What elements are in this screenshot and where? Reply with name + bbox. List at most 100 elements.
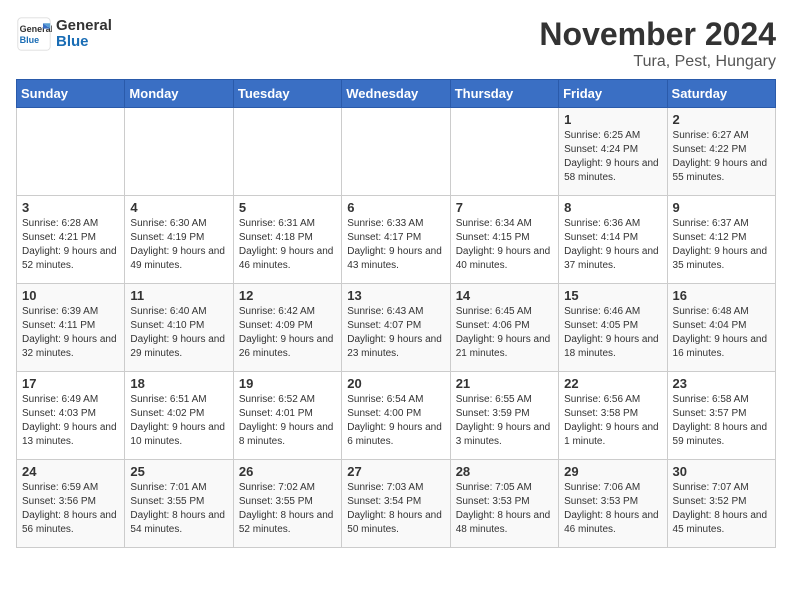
calendar-cell: 20 Sunrise: 6:54 AM Sunset: 4:00 PM Dayli…: [342, 372, 450, 460]
day-header-tuesday: Tuesday: [233, 80, 341, 108]
week-row-2: 3Sunrise: 6:28 AM Sunset: 4:21 PM Daylig…: [17, 196, 776, 284]
day-number: 25: [130, 464, 227, 479]
day-header-wednesday: Wednesday: [342, 80, 450, 108]
day-number: 6: [347, 200, 444, 215]
day-number: 28: [456, 464, 553, 479]
calendar-cell: [450, 108, 558, 196]
day-info: Sunrise: 6:27 AM Sunset: 4:22 PM Dayligh…: [673, 129, 770, 185]
day-number: 2: [673, 112, 770, 127]
calendar-cell: 21 Sunrise: 6:55 AM Sunset: 3:59 PM Dayli…: [450, 372, 558, 460]
day-number: 10: [22, 288, 119, 303]
day-number: 1: [564, 112, 661, 127]
day-number: 9: [673, 200, 770, 215]
day-number: 19: [239, 376, 336, 391]
day-info: Sunrise: 6:55 AM Sunset: 3:59 PM Dayligh…: [456, 393, 553, 449]
day-info: Sunrise: 6:42 AM Sunset: 4:09 PM Dayligh…: [239, 305, 336, 361]
calendar-cell: 24 Sunrise: 6:59 AM Sunset: 3:56 PM Dayli…: [17, 460, 125, 548]
day-number: 29: [564, 464, 661, 479]
calendar-cell: 22 Sunrise: 6:56 AM Sunset: 3:58 PM Dayli…: [559, 372, 667, 460]
day-number: 5: [239, 200, 336, 215]
day-info: Sunrise: 7:02 AM Sunset: 3:55 PM Dayligh…: [239, 481, 336, 537]
day-info: Sunrise: 6:52 AM Sunset: 4:01 PM Dayligh…: [239, 393, 336, 449]
calendar-cell: 8Sunrise: 6:36 AM Sunset: 4:14 PM Daylig…: [559, 196, 667, 284]
logo-text-block: General Blue: [56, 18, 112, 51]
day-info: Sunrise: 6:39 AM Sunset: 4:11 PM Dayligh…: [22, 305, 119, 361]
calendar-cell: 28 Sunrise: 7:05 AM Sunset: 3:53 PM Dayli…: [450, 460, 558, 548]
calendar-cell: [125, 108, 233, 196]
day-header-saturday: Saturday: [667, 80, 775, 108]
calendar-cell: 9 Sunrise: 6:37 AM Sunset: 4:12 PM Daylig…: [667, 196, 775, 284]
svg-text:Blue: Blue: [20, 35, 40, 45]
week-row-1: 1 Sunrise: 6:25 AM Sunset: 4:24 PM Daylig…: [17, 108, 776, 196]
day-info: Sunrise: 6:54 AM Sunset: 4:00 PM Dayligh…: [347, 393, 444, 449]
day-number: 20: [347, 376, 444, 391]
calendar-cell: [233, 108, 341, 196]
day-info: Sunrise: 6:56 AM Sunset: 3:58 PM Dayligh…: [564, 393, 661, 449]
calendar-cell: 15 Sunrise: 6:46 AM Sunset: 4:05 PM Dayli…: [559, 284, 667, 372]
day-number: 15: [564, 288, 661, 303]
calendar-table: SundayMondayTuesdayWednesdayThursdayFrid…: [16, 79, 776, 548]
calendar-cell: 18 Sunrise: 6:51 AM Sunset: 4:02 PM Dayli…: [125, 372, 233, 460]
day-info: Sunrise: 6:37 AM Sunset: 4:12 PM Dayligh…: [673, 217, 770, 273]
calendar-cell: 1 Sunrise: 6:25 AM Sunset: 4:24 PM Daylig…: [559, 108, 667, 196]
day-info: Sunrise: 6:25 AM Sunset: 4:24 PM Dayligh…: [564, 129, 661, 185]
day-info: Sunrise: 6:33 AM Sunset: 4:17 PM Dayligh…: [347, 217, 444, 273]
day-info: Sunrise: 7:03 AM Sunset: 3:54 PM Dayligh…: [347, 481, 444, 537]
day-number: 22: [564, 376, 661, 391]
calendar-cell: 27 Sunrise: 7:03 AM Sunset: 3:54 PM Dayli…: [342, 460, 450, 548]
day-number: 17: [22, 376, 119, 391]
calendar-cell: 16 Sunrise: 6:48 AM Sunset: 4:04 PM Dayli…: [667, 284, 775, 372]
calendar-header: SundayMondayTuesdayWednesdayThursdayFrid…: [17, 80, 776, 108]
logo-icon: General Blue: [16, 16, 52, 52]
calendar-cell: 3Sunrise: 6:28 AM Sunset: 4:21 PM Daylig…: [17, 196, 125, 284]
day-header-sunday: Sunday: [17, 80, 125, 108]
day-info: Sunrise: 6:43 AM Sunset: 4:07 PM Dayligh…: [347, 305, 444, 361]
calendar-cell: [17, 108, 125, 196]
day-number: 27: [347, 464, 444, 479]
day-info: Sunrise: 6:30 AM Sunset: 4:19 PM Dayligh…: [130, 217, 227, 273]
calendar-cell: 13 Sunrise: 6:43 AM Sunset: 4:07 PM Dayli…: [342, 284, 450, 372]
calendar-cell: 23 Sunrise: 6:58 AM Sunset: 3:57 PM Dayli…: [667, 372, 775, 460]
day-number: 8: [564, 200, 661, 215]
calendar-cell: 5 Sunrise: 6:31 AM Sunset: 4:18 PM Daylig…: [233, 196, 341, 284]
day-info: Sunrise: 6:40 AM Sunset: 4:10 PM Dayligh…: [130, 305, 227, 361]
day-info: Sunrise: 6:58 AM Sunset: 3:57 PM Dayligh…: [673, 393, 770, 449]
title-block: November 2024 Tura, Pest, Hungary: [539, 16, 776, 71]
day-info: Sunrise: 6:49 AM Sunset: 4:03 PM Dayligh…: [22, 393, 119, 449]
day-number: 4: [130, 200, 227, 215]
location: Tura, Pest, Hungary: [539, 53, 776, 71]
calendar-cell: 12 Sunrise: 6:42 AM Sunset: 4:09 PM Dayli…: [233, 284, 341, 372]
calendar-cell: [342, 108, 450, 196]
day-number: 24: [22, 464, 119, 479]
day-number: 21: [456, 376, 553, 391]
day-header-friday: Friday: [559, 80, 667, 108]
day-info: Sunrise: 7:06 AM Sunset: 3:53 PM Dayligh…: [564, 481, 661, 537]
day-number: 7: [456, 200, 553, 215]
logo: General Blue General Blue: [16, 16, 112, 52]
day-info: Sunrise: 7:05 AM Sunset: 3:53 PM Dayligh…: [456, 481, 553, 537]
calendar-cell: 7 Sunrise: 6:34 AM Sunset: 4:15 PM Daylig…: [450, 196, 558, 284]
calendar-cell: 29 Sunrise: 7:06 AM Sunset: 3:53 PM Dayli…: [559, 460, 667, 548]
calendar-cell: 26 Sunrise: 7:02 AM Sunset: 3:55 PM Dayli…: [233, 460, 341, 548]
calendar-cell: 17 Sunrise: 6:49 AM Sunset: 4:03 PM Dayli…: [17, 372, 125, 460]
day-info: Sunrise: 6:46 AM Sunset: 4:05 PM Dayligh…: [564, 305, 661, 361]
day-info: Sunrise: 6:31 AM Sunset: 4:18 PM Dayligh…: [239, 217, 336, 273]
day-info: Sunrise: 6:48 AM Sunset: 4:04 PM Dayligh…: [673, 305, 770, 361]
page-header: General Blue General Blue November 2024 …: [16, 16, 776, 71]
day-number: 12: [239, 288, 336, 303]
day-number: 16: [673, 288, 770, 303]
day-info: Sunrise: 6:59 AM Sunset: 3:56 PM Dayligh…: [22, 481, 119, 537]
calendar-cell: 2 Sunrise: 6:27 AM Sunset: 4:22 PM Daylig…: [667, 108, 775, 196]
day-info: Sunrise: 7:01 AM Sunset: 3:55 PM Dayligh…: [130, 481, 227, 537]
day-number: 18: [130, 376, 227, 391]
days-of-week-row: SundayMondayTuesdayWednesdayThursdayFrid…: [17, 80, 776, 108]
day-number: 13: [347, 288, 444, 303]
day-number: 23: [673, 376, 770, 391]
week-row-3: 10 Sunrise: 6:39 AM Sunset: 4:11 PM Dayli…: [17, 284, 776, 372]
day-info: Sunrise: 6:51 AM Sunset: 4:02 PM Dayligh…: [130, 393, 227, 449]
week-row-5: 24 Sunrise: 6:59 AM Sunset: 3:56 PM Dayli…: [17, 460, 776, 548]
day-number: 26: [239, 464, 336, 479]
calendar-cell: 25 Sunrise: 7:01 AM Sunset: 3:55 PM Dayli…: [125, 460, 233, 548]
day-info: Sunrise: 6:34 AM Sunset: 4:15 PM Dayligh…: [456, 217, 553, 273]
day-info: Sunrise: 6:28 AM Sunset: 4:21 PM Dayligh…: [22, 217, 119, 273]
